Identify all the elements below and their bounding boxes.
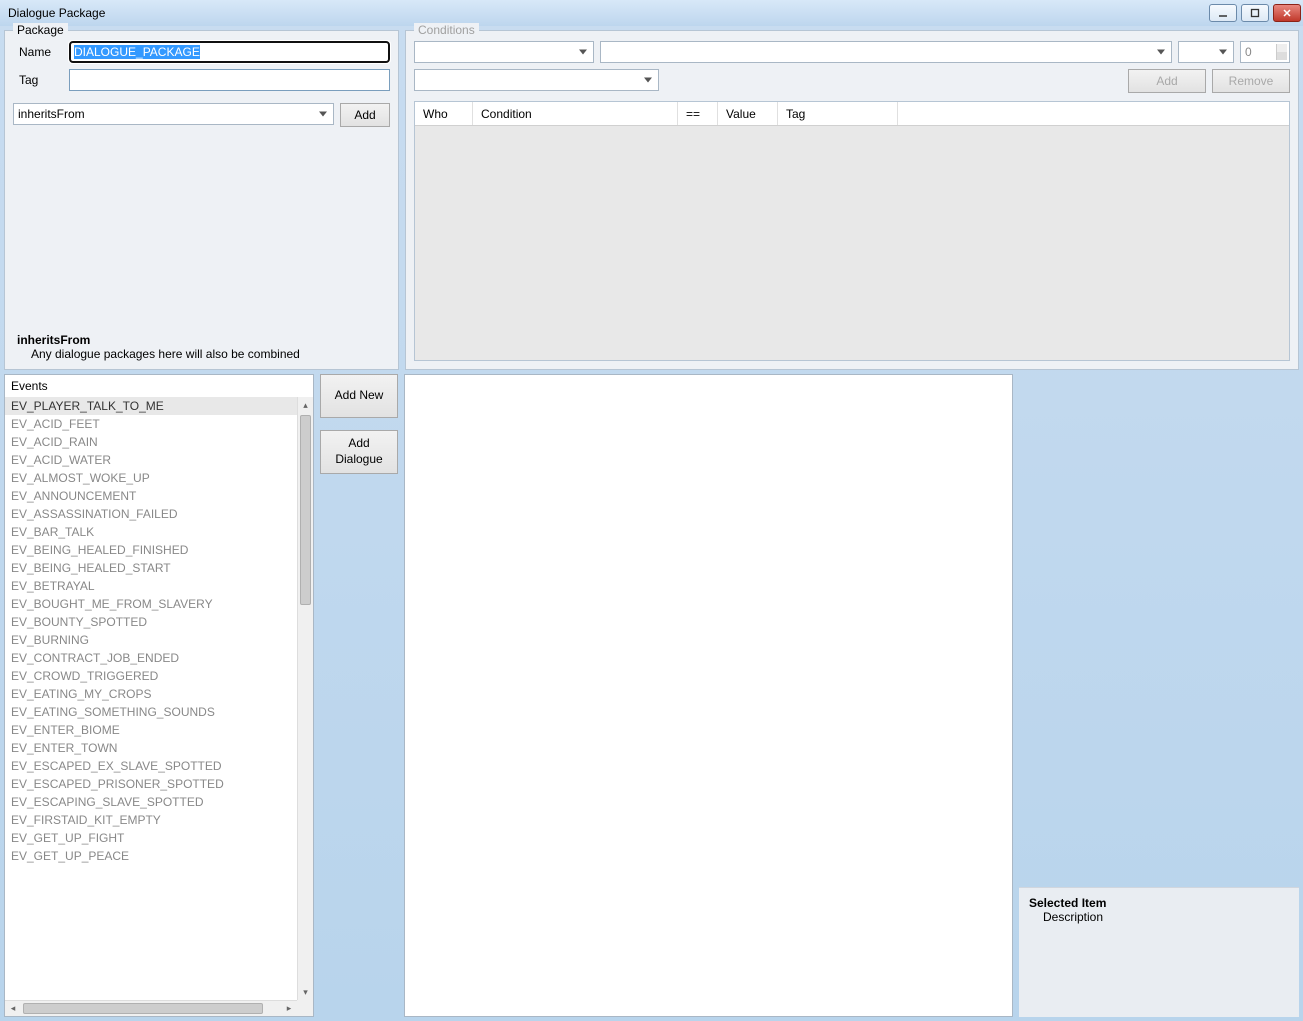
conditions-legend: Conditions: [414, 23, 479, 37]
event-item[interactable]: EV_CROWD_TRIGGERED: [5, 667, 297, 685]
close-button[interactable]: [1273, 4, 1301, 22]
event-item[interactable]: EV_ALMOST_WOKE_UP: [5, 469, 297, 487]
condition-remove-button[interactable]: Remove: [1212, 69, 1290, 93]
events-list[interactable]: EV_PLAYER_TALK_TO_MEEV_ACID_FEETEV_ACID_…: [5, 397, 297, 1000]
event-item[interactable]: EV_CONTRACT_JOB_ENDED: [5, 649, 297, 667]
conditions-group: Conditions 0 Add Remove Who Condi: [405, 30, 1299, 370]
events-vscrollbar[interactable]: ▴ ▾: [297, 397, 313, 1000]
condition-type-combo[interactable]: [600, 41, 1172, 63]
condition-add-button[interactable]: Add: [1128, 69, 1206, 93]
scroll-down-icon[interactable]: ▾: [298, 984, 313, 1000]
event-item[interactable]: EV_ACID_WATER: [5, 451, 297, 469]
inherits-list[interactable]: [13, 131, 390, 325]
event-item[interactable]: EV_BETRAYAL: [5, 577, 297, 595]
tag-input[interactable]: [69, 69, 390, 91]
right-column: Selected Item Description: [1019, 374, 1299, 1017]
package-legend: Package: [13, 23, 68, 37]
scroll-corner: [297, 1000, 313, 1016]
conditions-table-body[interactable]: [415, 126, 1289, 360]
col-who[interactable]: Who: [415, 102, 473, 125]
condition-value-spinner[interactable]: 0: [1240, 41, 1290, 63]
window-title: Dialogue Package: [8, 6, 1209, 20]
events-panel: Events EV_PLAYER_TALK_TO_MEEV_ACID_FEETE…: [4, 374, 314, 1017]
event-item[interactable]: EV_ENTER_BIOME: [5, 721, 297, 739]
event-item[interactable]: EV_ACID_RAIN: [5, 433, 297, 451]
conditions-table-header: Who Condition == Value Tag: [415, 102, 1289, 126]
selected-item-title: Selected Item: [1029, 896, 1289, 910]
package-group: Package Name Tag inheritsFrom Add: [4, 30, 399, 370]
event-item[interactable]: EV_ANNOUNCEMENT: [5, 487, 297, 505]
events-hscrollbar[interactable]: ◂ ▸: [5, 1000, 297, 1016]
tag-label: Tag: [13, 73, 61, 87]
titlebar: Dialogue Package: [0, 0, 1303, 26]
event-item[interactable]: EV_ENTER_TOWN: [5, 739, 297, 757]
inherits-combo-label: inheritsFrom: [18, 107, 85, 121]
event-item[interactable]: EV_BEING_HEALED_START: [5, 559, 297, 577]
event-item[interactable]: EV_PLAYER_TALK_TO_ME: [5, 397, 297, 415]
event-item[interactable]: EV_ACID_FEET: [5, 415, 297, 433]
scroll-right-icon[interactable]: ▸: [281, 1001, 297, 1016]
condition-op-combo[interactable]: [1178, 41, 1234, 63]
event-item[interactable]: EV_BAR_TALK: [5, 523, 297, 541]
condition-tag-combo[interactable]: [414, 69, 659, 91]
event-item[interactable]: EV_GET_UP_FIGHT: [5, 829, 297, 847]
event-item[interactable]: EV_ESCAPED_EX_SLAVE_SPOTTED: [5, 757, 297, 775]
inherits-combo[interactable]: inheritsFrom: [13, 103, 334, 125]
event-item[interactable]: EV_BOUNTY_SPOTTED: [5, 613, 297, 631]
hscroll-thumb[interactable]: [23, 1003, 263, 1014]
event-item[interactable]: EV_EATING_SOMETHING_SOUNDS: [5, 703, 297, 721]
events-header: Events: [5, 375, 313, 397]
add-dialogue-button[interactable]: Add Dialogue: [320, 430, 398, 474]
condition-who-combo[interactable]: [414, 41, 594, 63]
event-item[interactable]: EV_ESCAPED_PRISONER_SPOTTED: [5, 775, 297, 793]
scroll-left-icon[interactable]: ◂: [5, 1001, 21, 1016]
conditions-table[interactable]: Who Condition == Value Tag: [414, 101, 1290, 361]
event-item[interactable]: EV_EATING_MY_CROPS: [5, 685, 297, 703]
event-item[interactable]: EV_BURNING: [5, 631, 297, 649]
minimize-button[interactable]: [1209, 4, 1237, 22]
add-new-button[interactable]: Add New: [320, 374, 398, 418]
name-input[interactable]: [69, 41, 390, 63]
dialogue-content-panel[interactable]: [404, 374, 1013, 1017]
selected-item-desc: Description: [1029, 910, 1289, 924]
scroll-up-icon[interactable]: ▴: [298, 397, 313, 413]
name-label: Name: [13, 45, 61, 59]
event-item[interactable]: EV_ASSASSINATION_FAILED: [5, 505, 297, 523]
event-item[interactable]: EV_FIRSTAID_KIT_EMPTY: [5, 811, 297, 829]
vscroll-thumb[interactable]: [300, 415, 311, 605]
col-tag[interactable]: Tag: [778, 102, 898, 125]
event-buttons-column: Add New Add Dialogue: [320, 374, 398, 1017]
col-value[interactable]: Value: [718, 102, 778, 125]
col-spacer: [898, 102, 1289, 125]
event-item[interactable]: EV_GET_UP_PEACE: [5, 847, 297, 865]
selected-item-box: Selected Item Description: [1019, 887, 1299, 1017]
inherits-desc-body: Any dialogue packages here will also be …: [17, 347, 386, 361]
inherits-desc-title: inheritsFrom: [17, 333, 386, 347]
inherits-add-button[interactable]: Add: [340, 103, 390, 127]
inherits-description: inheritsFrom Any dialogue packages here …: [13, 331, 390, 361]
event-item[interactable]: EV_ESCAPING_SLAVE_SPOTTED: [5, 793, 297, 811]
col-op[interactable]: ==: [678, 102, 718, 125]
maximize-button[interactable]: [1241, 4, 1269, 22]
event-item[interactable]: EV_BOUGHT_ME_FROM_SLAVERY: [5, 595, 297, 613]
col-condition[interactable]: Condition: [473, 102, 678, 125]
event-item[interactable]: EV_BEING_HEALED_FINISHED: [5, 541, 297, 559]
